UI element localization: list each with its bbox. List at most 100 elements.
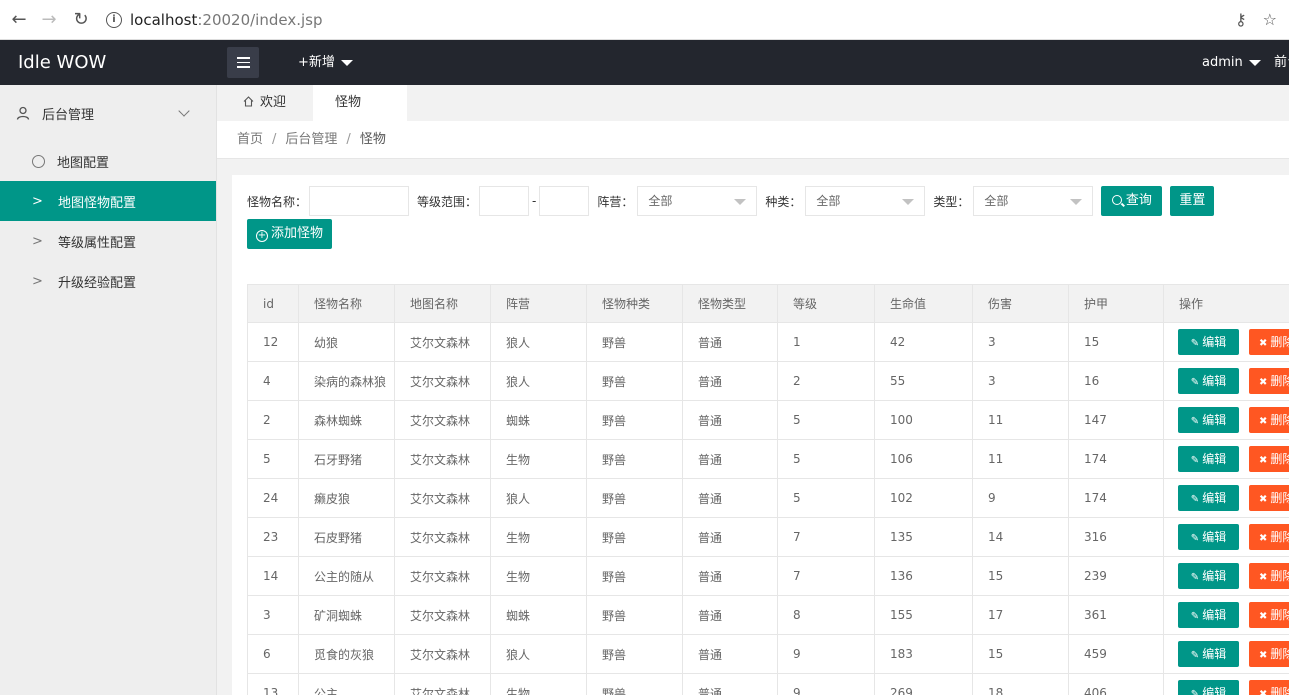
add-new-menu[interactable]: +新增 — [298, 40, 353, 85]
table-cell: 18 — [972, 673, 1069, 695]
column-header: 护甲 — [1068, 284, 1164, 323]
table-cell: 艾尔文森林 — [394, 400, 491, 440]
add-monster-label: 添加怪物 — [270, 226, 323, 241]
sidebar-item-map-config[interactable]: 地图配置 — [0, 141, 216, 181]
sidebar-item-label: 地图怪物配置 — [58, 195, 137, 211]
tab-bar: 欢迎 怪物✕ — [217, 85, 1289, 147]
type-label: 类型： — [933, 194, 970, 209]
monster-name-input[interactable] — [309, 186, 410, 216]
add-monster-button[interactable]: + 添加怪物 — [247, 219, 332, 249]
chevron-right-icon: > — [32, 193, 43, 209]
edit-button[interactable]: ✎ 编辑 — [1178, 524, 1239, 550]
edit-button[interactable]: ✎ 编辑 — [1178, 680, 1239, 695]
table-cell: 蜘蛛 — [490, 400, 587, 440]
front-link[interactable]: 前台 — [1274, 40, 1289, 85]
edit-button-label: 编辑 — [1202, 647, 1227, 661]
key-icon[interactable]: ⚷ — [1235, 10, 1247, 29]
tab-welcome[interactable]: 欢迎 — [217, 85, 313, 121]
delete-button[interactable]: ✖ 删除 — [1249, 329, 1289, 355]
delete-button[interactable]: ✖ 删除 — [1249, 368, 1289, 394]
species-select[interactable]: 全部 — [805, 186, 926, 216]
edit-button[interactable]: ✎ 编辑 — [1178, 563, 1239, 589]
level-min-input[interactable] — [479, 186, 530, 216]
edit-button[interactable]: ✎ 编辑 — [1178, 485, 1239, 511]
reset-button[interactable]: 重置 — [1170, 186, 1215, 216]
table-cell: 野兽 — [586, 439, 683, 479]
caret-down-icon — [902, 199, 915, 205]
delete-button[interactable]: ✖ 删除 — [1249, 563, 1289, 589]
table-cell: 野兽 — [586, 517, 683, 557]
table-cell: 15 — [972, 634, 1069, 674]
column-header: 阵营 — [490, 284, 587, 323]
delete-button[interactable]: ✖ 删除 — [1249, 641, 1289, 667]
table-cell: 316 — [1068, 517, 1164, 557]
delete-button-label: 删除 — [1270, 335, 1289, 349]
site-info-icon[interactable]: i — [106, 11, 122, 28]
user-name: admin — [1202, 55, 1243, 70]
user-menu[interactable]: admin — [1202, 40, 1261, 85]
edit-button[interactable]: ✎ 编辑 — [1178, 329, 1239, 355]
table-cell: 艾尔文森林 — [394, 478, 491, 518]
edit-button[interactable]: ✎ 编辑 — [1178, 641, 1239, 667]
edit-button[interactable]: ✎ 编辑 — [1178, 368, 1239, 394]
delete-button[interactable]: ✖ 删除 — [1249, 680, 1289, 695]
table-cell: 野兽 — [586, 361, 683, 401]
query-button[interactable]: 查询 — [1101, 186, 1163, 216]
table-cell: 11 — [972, 439, 1069, 479]
delete-button[interactable]: ✖ 删除 — [1249, 524, 1289, 550]
delete-button[interactable]: ✖ 删除 — [1249, 446, 1289, 472]
table-cell: 普通 — [682, 322, 778, 362]
table-cell: 3 — [972, 322, 1069, 362]
table-cell: 15 — [972, 556, 1069, 596]
trash-icon: ✖ — [1259, 533, 1268, 544]
table-cell: 100 — [874, 400, 973, 440]
delete-button[interactable]: ✖ 删除 — [1249, 407, 1289, 433]
level-max-input[interactable] — [539, 186, 590, 216]
edit-button-label: 编辑 — [1202, 569, 1227, 583]
table-cell: 艾尔文森林 — [394, 556, 491, 596]
pencil-icon: ✎ — [1190, 455, 1200, 466]
sidebar-group-admin[interactable]: 后台管理 — [0, 85, 216, 141]
reload-icon[interactable]: ↻ — [68, 7, 94, 33]
forward-arrow-icon[interactable]: → — [36, 7, 62, 33]
sidebar-item-level-attr-config[interactable]: > 等级属性配置 — [0, 221, 216, 261]
delete-button[interactable]: ✖ 删除 — [1249, 602, 1289, 628]
faction-select[interactable]: 全部 — [637, 186, 758, 216]
delete-button-label: 删除 — [1270, 608, 1289, 622]
caret-down-icon — [340, 59, 353, 66]
edit-button[interactable]: ✎ 编辑 — [1178, 446, 1239, 472]
breadcrumb-admin[interactable]: 后台管理 — [285, 132, 337, 147]
edit-button-label: 编辑 — [1202, 413, 1227, 427]
type-select[interactable]: 全部 — [973, 186, 1094, 216]
delete-button[interactable]: ✖ 删除 — [1249, 485, 1289, 511]
edit-button-label: 编辑 — [1202, 335, 1227, 349]
menu-toggle-icon[interactable] — [227, 47, 259, 78]
table-cell: 石皮野猪 — [298, 517, 395, 557]
column-header: 等级 — [777, 284, 875, 323]
back-arrow-icon[interactable]: ← — [6, 7, 32, 33]
table-cell: 野兽 — [586, 595, 683, 635]
pencil-icon: ✎ — [1190, 572, 1200, 583]
sidebar-item-map-monster-config[interactable]: > 地图怪物配置 — [0, 181, 216, 221]
star-icon[interactable]: ☆ — [1263, 10, 1277, 29]
pencil-icon: ✎ — [1190, 650, 1200, 661]
table-cell: 石牙野猪 — [298, 439, 395, 479]
main-content: 怪物名称： 等级范围： - 阵营： 全部 种类： 全部 类型： 全部 查询 重置… — [232, 175, 1289, 695]
tab-monster[interactable]: 怪物✕ — [313, 85, 407, 147]
sidebar-item-upgrade-exp-config[interactable]: > 升级经验配置 — [0, 261, 216, 301]
table-cell: 147 — [1068, 400, 1164, 440]
tab-label: 欢迎 — [260, 95, 287, 110]
query-button-label: 查询 — [1125, 193, 1152, 208]
species-label: 种类： — [765, 194, 802, 209]
address-bar[interactable]: i localhost:20020/index.jsp — [106, 6, 1235, 34]
column-header: 生命值 — [874, 284, 973, 323]
breadcrumb-home[interactable]: 首页 — [237, 132, 263, 147]
edit-button[interactable]: ✎ 编辑 — [1178, 602, 1239, 628]
pencil-icon: ✎ — [1190, 611, 1200, 622]
table-cell: 269 — [874, 673, 973, 695]
table-cell: 459 — [1068, 634, 1164, 674]
sidebar-group-label: 后台管理 — [42, 107, 95, 123]
table-cell: 野兽 — [586, 478, 683, 518]
table-row: 2 森林蜘蛛 艾尔文森林 蜘蛛 野兽 普通 5 100 11 147 ✎ 编辑 ✖ 删除 — [247, 400, 1289, 440]
edit-button[interactable]: ✎ 编辑 — [1178, 407, 1239, 433]
